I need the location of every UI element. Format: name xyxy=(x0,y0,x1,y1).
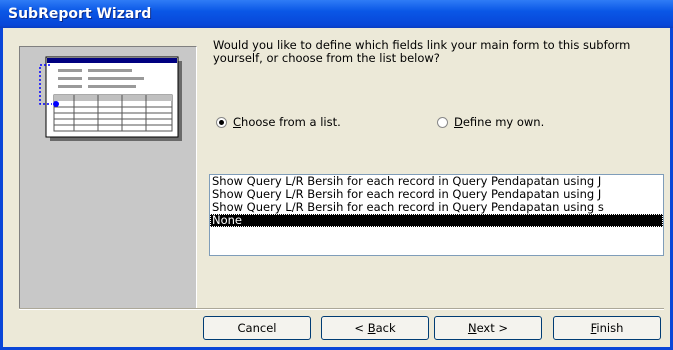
wizard-illustration-panel xyxy=(19,46,197,310)
radio-selected-icon xyxy=(216,116,227,128)
subreport-wizard-window: SubReport Wizard Would you like to defin… xyxy=(0,0,673,350)
define-my-own-radio[interactable]: Define my own. xyxy=(437,115,544,129)
wizard-prompt: Would you like to define which fields li… xyxy=(213,38,631,65)
button-separator xyxy=(19,308,664,310)
choose-from-list-radio[interactable]: Choose from a list. xyxy=(216,115,341,129)
define-my-own-label: Define my own. xyxy=(454,115,545,129)
list-item-selected[interactable]: None xyxy=(210,214,663,227)
choose-from-list-label: Choose from a list. xyxy=(233,115,341,129)
radio-unselected-icon xyxy=(437,116,448,128)
form-subform-link-diagram-icon xyxy=(39,56,182,141)
next-button[interactable]: Next > xyxy=(434,316,542,340)
list-item[interactable]: Show Query L/R Bersih for each record in… xyxy=(210,201,663,214)
title-bar[interactable]: SubReport Wizard xyxy=(0,0,673,28)
cancel-button[interactable]: Cancel xyxy=(203,316,311,340)
finish-button[interactable]: Finish xyxy=(553,316,661,340)
link-options-listbox[interactable]: Show Query L/R Bersih for each record in… xyxy=(209,174,664,256)
window-title: SubReport Wizard xyxy=(8,6,152,22)
back-button[interactable]: < Back xyxy=(321,316,429,340)
